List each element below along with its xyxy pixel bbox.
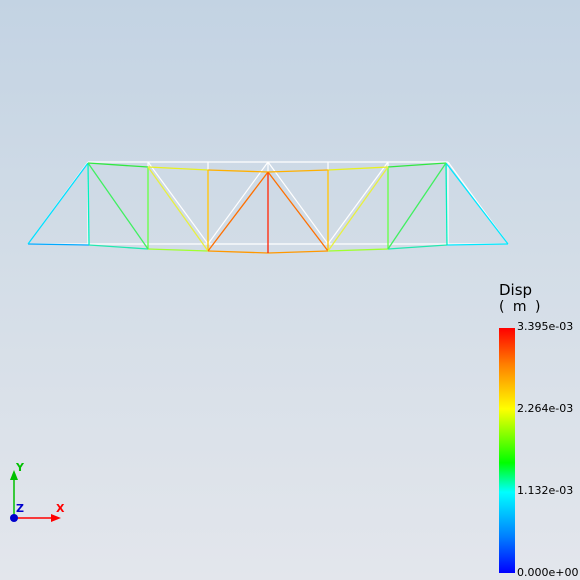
- legend-tick-min: 0.000e+00: [517, 566, 579, 579]
- color-scale-bar: [499, 328, 515, 573]
- legend-tick-upper: 2.264e-03: [517, 402, 574, 415]
- triad-z-label: Z: [16, 502, 24, 515]
- triad-y-label: Y: [15, 461, 25, 474]
- legend-tick-lower: 1.132e-03: [517, 484, 574, 497]
- legend-unit: ( m ): [499, 299, 543, 315]
- deformed-truss: [27, 162, 509, 254]
- truss-model: Y X Z: [10, 161, 509, 522]
- axis-triad: Y X Z: [10, 461, 65, 522]
- triad-x-label: X: [56, 502, 65, 515]
- legend-title: Disp: [499, 281, 533, 299]
- viewport-3d[interactable]: Y X Z Disp ( m ) 3.395e-03 2.264e-03 1.1…: [0, 0, 580, 580]
- legend-tick-max: 3.395e-03: [517, 320, 574, 333]
